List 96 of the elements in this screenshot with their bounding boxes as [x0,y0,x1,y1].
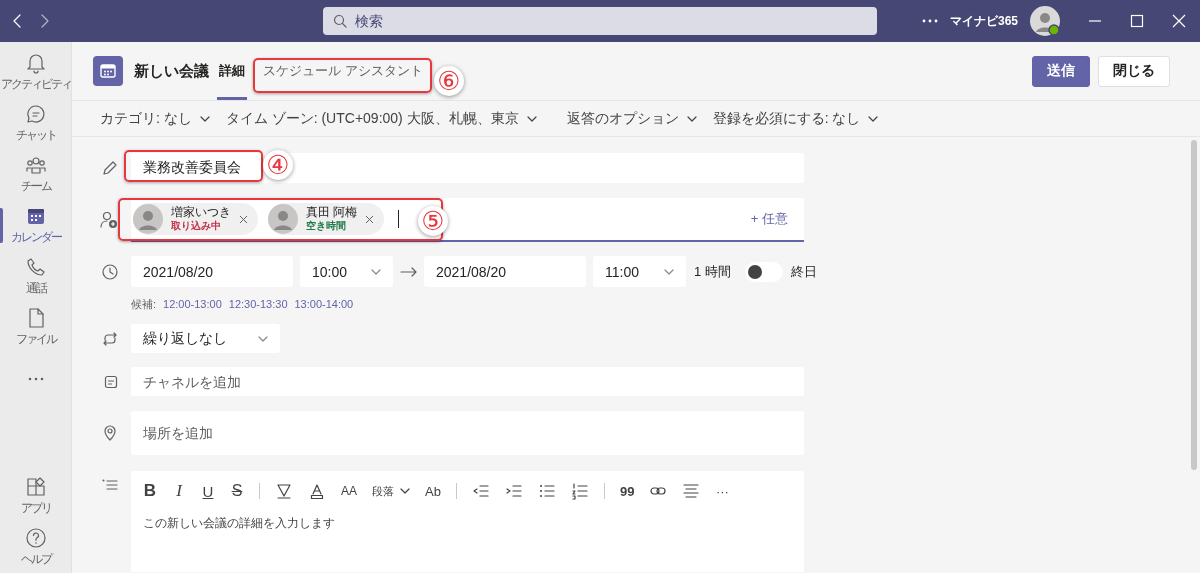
bold-button[interactable]: B [143,481,157,501]
suggested-time-link[interactable]: 12:00-13:00 [163,298,222,310]
all-day-label: 終日 [790,262,817,281]
pencil-icon [102,160,118,176]
clock-icon [102,263,118,280]
rail-item[interactable]: ファイル [0,302,71,353]
chevron-down-icon [868,115,879,122]
option-dropdown[interactable]: タイム ゾーン: (UTC+09:00) 大阪、札幌、東京 [225,109,537,128]
optional-attendee-link[interactable]: + 任意 [744,209,794,229]
option-dropdown[interactable]: 登録を必須にする: なし [712,109,879,128]
suggested-time-link[interactable]: 12:30-13:30 [228,298,288,310]
forward-icon[interactable] [40,13,50,29]
avatar-icon[interactable] [1030,6,1060,36]
chevron-down-icon [686,115,697,122]
repeat-dropdown[interactable]: 繰り返しなし [131,324,280,353]
suggested-time-link[interactable]: 13:00-14:00 [294,298,354,310]
chevron-down-icon [664,268,674,275]
channel-field[interactable]: チャネルを追加 [131,367,804,396]
help-icon [24,527,47,549]
rail-item[interactable]: 通話 [0,251,71,302]
chevron-down-icon [258,335,268,342]
suggestions-label: 候補: [131,296,157,312]
chat-icon [24,103,47,125]
team-icon [24,154,47,176]
more-icon[interactable] [921,19,938,23]
date-field[interactable]: 2021/08/20 [131,256,293,287]
font-size-button[interactable]: AA [341,484,357,498]
outdent-icon[interactable] [471,482,490,500]
paragraph-dropdown[interactable]: 段落 [372,483,410,499]
underline-button[interactable]: U [201,482,215,500]
callout-number: ⑥ [434,66,464,96]
option-dropdown[interactable]: カテゴリ: なし [100,109,210,128]
repeat-icon [102,330,118,347]
search-icon [333,14,347,28]
rail-item[interactable]: チーム [0,149,71,200]
avatar-icon [133,204,163,234]
duration-label: 1 時間 [694,262,731,281]
callout-number: ④ [263,150,293,180]
tab[interactable]: スケジュール アシスタント [261,42,425,100]
close-icon[interactable] [1172,14,1186,28]
font-color-icon[interactable] [308,482,326,500]
chevron-down-icon [371,268,381,275]
send-button[interactable]: 送信 [1032,55,1090,87]
attendee-name: 真田 阿梅 [306,206,358,220]
calendar-icon [93,56,123,86]
location-icon [102,425,118,441]
arrow-right-icon [400,266,418,277]
avatar-icon [268,204,298,234]
remove-icon[interactable] [365,214,375,224]
search-bar[interactable]: 検索 [323,7,877,35]
back-icon[interactable] [12,13,22,29]
chevron-down-icon [526,115,537,122]
attendee-name: 増家いつき [171,206,231,220]
italic-button[interactable]: I [172,481,186,501]
attendee-status: 空き時間 [306,220,347,232]
strikethrough-button[interactable]: S [230,482,244,500]
indent-icon[interactable] [504,482,523,500]
add-person-icon [100,211,118,229]
apps-icon [24,476,47,498]
meeting-title: 新しい会議 [134,61,209,81]
more-icon [27,376,44,381]
rail-item[interactable]: カレンダー [0,200,71,251]
search-field[interactable]: 検索 [353,12,833,30]
clear-format-button[interactable]: Ab [425,483,441,499]
account-name: マイナビ365 [949,12,1018,30]
text-cursor [398,210,400,228]
tab[interactable]: 詳細 [217,42,247,100]
details-list-icon [102,479,118,491]
bullet-list-icon[interactable] [537,482,556,500]
maximize-icon[interactable] [1130,14,1144,28]
channel-icon [104,374,118,389]
option-dropdown[interactable]: 返答のオプション [566,109,697,128]
rail-item[interactable]: ヘルプ [0,522,71,573]
quote-button[interactable]: 99 [619,483,635,499]
scrollbar[interactable] [1191,140,1197,470]
time-dropdown[interactable]: 10:00 [300,256,393,287]
phone-icon [24,256,47,278]
date-field[interactable]: 2021/08/20 [424,256,586,287]
close-button[interactable]: 閉じる [1098,55,1170,87]
rail-item[interactable]: アプリ [0,471,71,522]
chevron-down-icon [199,115,210,122]
align-icon[interactable] [682,482,701,500]
attendee-chip[interactable]: 真田 阿梅 空き時間 [268,203,385,235]
attendee-status: 取り込み中 [171,220,222,232]
more-button[interactable]: ··· [715,483,730,499]
details-editor[interactable]: B I U S AA 段落 Ab 99 ··· この新しい会議の詳細を入力します [131,471,804,572]
rail-item[interactable]: アクティビティ [0,47,71,98]
all-day-toggle[interactable] [744,261,783,282]
rail-item[interactable]: チャット [0,98,71,149]
remove-icon[interactable] [239,214,248,224]
highlighter-icon[interactable] [275,482,293,500]
attendee-chip[interactable]: 増家いつき 取り込み中 [133,203,258,235]
numbered-list-icon[interactable] [570,482,589,500]
location-field[interactable]: 場所を追加 [131,411,804,455]
chevron-down-icon [400,488,410,494]
time-dropdown[interactable]: 11:00 [593,256,686,287]
